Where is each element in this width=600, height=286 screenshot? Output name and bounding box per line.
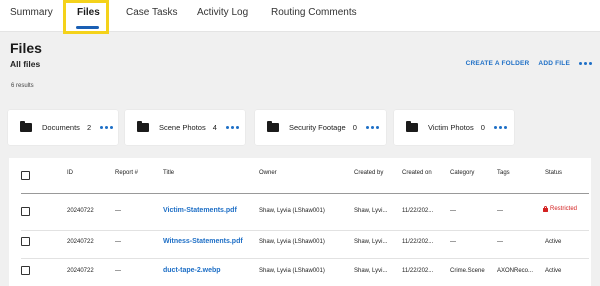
header-actions: CREATE A FOLDER ADD FILE — [466, 60, 592, 67]
column-header-status[interactable]: Status — [545, 170, 562, 176]
folder-count: 2 — [86, 123, 92, 132]
column-header-owner[interactable]: Owner — [259, 170, 277, 176]
row-divider — [21, 258, 589, 259]
row-divider — [21, 230, 589, 231]
tab-highlight-box — [63, 0, 109, 34]
row-checkbox[interactable] — [21, 237, 30, 246]
folder-menu-icon[interactable] — [100, 126, 114, 129]
create-folder-button[interactable]: CREATE A FOLDER — [466, 60, 530, 67]
row-checkbox[interactable] — [21, 207, 30, 216]
folder-icon — [267, 121, 279, 132]
folder-count: 4 — [212, 123, 217, 132]
page-subtitle: All files — [10, 59, 41, 69]
results-count: 6 results — [11, 83, 34, 89]
folder-card-security-footage[interactable]: Security Footage 0 — [255, 110, 386, 145]
folder-name: Victim Photos — [428, 123, 474, 132]
column-header-created-on[interactable]: Created on — [402, 170, 432, 176]
folder-menu-icon[interactable] — [225, 126, 239, 129]
row-tags: — — [497, 239, 503, 245]
row-owner: Shaw, Lyvia (LShaw001) — [259, 268, 325, 274]
folder-icon — [137, 121, 149, 132]
row-checkbox[interactable] — [21, 266, 30, 275]
folder-count: 0 — [480, 123, 485, 132]
row-tags: — — [497, 208, 503, 214]
column-header-created-by[interactable]: Created by — [354, 170, 383, 176]
column-header-report[interactable]: Report # — [115, 170, 138, 176]
tab-case-tasks[interactable]: Case Tasks — [126, 7, 178, 18]
header-divider — [21, 193, 589, 194]
more-options-icon[interactable] — [579, 62, 592, 65]
row-id: 20240722 — [67, 239, 94, 245]
row-created-on: 11/22/202... — [402, 268, 434, 274]
folder-name: Security Footage — [289, 123, 346, 132]
row-report: — — [115, 268, 121, 274]
file-title-link[interactable]: Victim-Statements.pdf — [163, 207, 237, 214]
select-all-checkbox[interactable] — [21, 171, 30, 180]
file-title-link[interactable]: duct-tape-2.webp — [163, 267, 221, 274]
folder-icon — [20, 121, 32, 132]
row-id: 20240722 — [67, 208, 94, 214]
status-badge: Restricted — [543, 206, 577, 212]
row-created-by: Shaw, Lyvi... — [354, 239, 388, 245]
tab-routing-comments[interactable]: Routing Comments — [271, 7, 357, 18]
folder-count: 0 — [352, 123, 357, 132]
row-category: Crime.Scene — [450, 268, 485, 274]
folder-menu-icon[interactable] — [493, 126, 507, 129]
folder-card-scene-photos[interactable]: Scene Photos 4 — [125, 110, 245, 145]
column-header-tags[interactable]: Tags — [497, 170, 510, 176]
tab-summary[interactable]: Summary — [10, 7, 53, 18]
row-created-on: 11/22/202... — [402, 208, 434, 214]
lock-icon — [543, 206, 548, 212]
row-owner: Shaw, Lyvia (LShaw001) — [259, 208, 325, 214]
status-text: Restricted — [550, 206, 578, 212]
add-file-button[interactable]: ADD FILE — [538, 60, 570, 67]
column-header-title[interactable]: Title — [163, 170, 174, 176]
file-title-link[interactable]: Witness-Statements.pdf — [163, 238, 243, 245]
row-report: — — [115, 208, 121, 214]
status-text: Active — [545, 268, 562, 274]
folder-icon — [406, 121, 418, 132]
row-category: — — [450, 239, 456, 245]
folder-card-victim-photos[interactable]: Victim Photos 0 — [394, 110, 514, 145]
page-title: Files — [10, 40, 42, 56]
status-text: Active — [545, 239, 562, 245]
row-owner: Shaw, Lyvia (LShaw001) — [259, 239, 325, 245]
folder-card-documents[interactable]: Documents 2 — [8, 110, 118, 145]
row-created-by: Shaw, Lyvi... — [354, 268, 388, 274]
row-category: — — [450, 208, 456, 214]
folder-name: Scene Photos — [159, 123, 206, 132]
row-tags: AXONReco... — [497, 268, 534, 274]
folder-name: Documents — [42, 123, 80, 132]
row-created-by: Shaw, Lyvi... — [354, 208, 388, 214]
row-id: 20240722 — [67, 268, 94, 274]
folder-menu-icon[interactable] — [365, 126, 379, 129]
row-created-on: 11/22/202... — [402, 239, 434, 245]
column-header-category[interactable]: Category — [450, 170, 474, 176]
column-header-id[interactable]: ID — [67, 170, 73, 176]
files-table: ID Report # Title Owner Created by Creat… — [9, 158, 591, 286]
row-report: — — [115, 239, 121, 245]
tab-activity-log[interactable]: Activity Log — [197, 7, 248, 18]
